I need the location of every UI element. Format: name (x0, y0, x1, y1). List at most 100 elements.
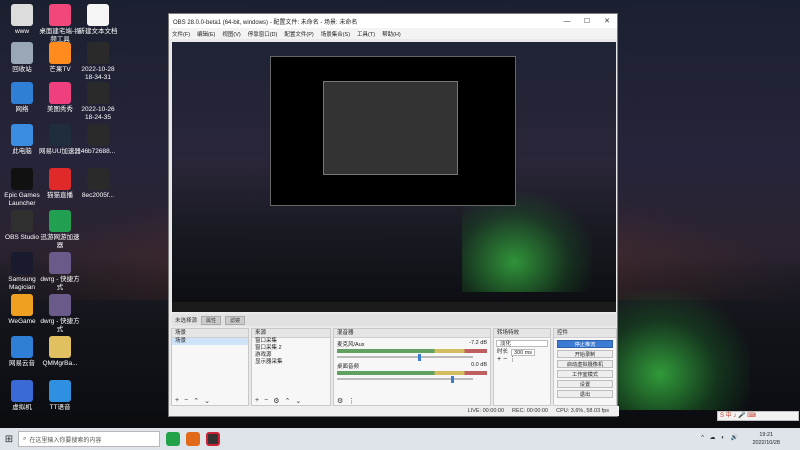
remove-icon[interactable]: − (503, 356, 507, 363)
menu-profile[interactable]: 配置文件(P) (284, 30, 313, 38)
desktop-app-icon (11, 380, 33, 402)
sources-dock-title: 来源 (252, 329, 330, 338)
add-icon[interactable]: + (175, 397, 179, 404)
desktop-app-icon (49, 42, 71, 64)
transition-actions: + − ⋮ (494, 356, 550, 363)
desktop-icon-label: 新建文本文档 (78, 28, 118, 35)
taskbar-search-box[interactable]: ⌕ 在这里输入你要搜索的内容 (18, 431, 160, 447)
windows-start-icon[interactable]: ⊞ (0, 428, 18, 450)
desktop-app-icon (11, 252, 33, 274)
obs-taskbar-icon[interactable] (206, 432, 220, 446)
scene-item[interactable]: 场景 (172, 338, 248, 345)
mixer-track-db: 0.0 dB (471, 362, 487, 368)
transition-select[interactable]: 淡化 (496, 340, 548, 347)
chevron-down-icon[interactable]: ⌄ (295, 397, 301, 405)
filters-button[interactable]: 滤镜 (225, 315, 246, 325)
desktop-icon[interactable]: 新建文本文档 (76, 4, 120, 36)
desktop-icon-label: 迅游网游加速器 (40, 234, 80, 249)
desktop-app-icon (11, 4, 33, 26)
controls-dock-title: 控件 (554, 329, 616, 338)
desktop-app-icon (11, 210, 33, 232)
desktop-icon[interactable]: TT语音 (38, 380, 82, 412)
stop-streaming-button[interactable]: 停止推流 (557, 340, 613, 348)
desktop-icon[interactable]: 迅游网游加速器 (38, 210, 82, 250)
menu-scene-collection[interactable]: 场景集合(S) (321, 30, 350, 38)
volume-slider[interactable] (337, 354, 487, 361)
desktop-icon-label: 46b72688... (80, 148, 116, 155)
desktop-aurora-glow (600, 290, 750, 410)
chevron-up-icon[interactable]: ⌃ (193, 397, 199, 405)
desktop-icon[interactable]: 2022-10-26 18-24-35 (76, 82, 120, 122)
desktop-icon-label: 8ec2005f... (81, 192, 115, 199)
add-icon[interactable]: + (255, 397, 259, 404)
menu-docks[interactable]: 停靠窗口(D) (248, 30, 278, 38)
windows-taskbar: ⊞ ⌕ 在这里输入你要搜索的内容 ^ ☁ ◐ 🔊 19:21 2022/10/2… (0, 428, 800, 450)
no-source-selected-label: 未选择源 (175, 318, 198, 324)
controls-dock: 控件 停止推流 开始录制 启动虚拟摄像机 工作室模式 设置 退出 (553, 328, 617, 406)
menu-view[interactable]: 视图(V) (222, 30, 240, 38)
start-virtual-camera-button[interactable]: 启动虚拟摄像机 (557, 360, 613, 368)
sources-dock: 来源 窗口采集 窗口采集 2 游戏源 显示器采集 + − ⚙ ⌃ ⌄ (251, 328, 331, 406)
volume-slider-knob[interactable] (451, 376, 454, 383)
taskbar-clock[interactable]: 19:21 2022/10/28 (752, 431, 780, 447)
desktop-icon[interactable]: dwrg - 快捷方式 (38, 294, 82, 334)
close-icon[interactable]: ✕ (597, 17, 617, 25)
remove-icon[interactable]: − (264, 397, 268, 404)
obs-titlebar[interactable]: OBS 28.0.0-beta1 (64-bit, windows) - 配置文… (169, 14, 617, 28)
exit-button[interactable]: 退出 (557, 390, 613, 398)
desktop-icon[interactable]: 2022-10-28 18-34-31 (76, 42, 120, 82)
app-taskbar-icon[interactable] (186, 432, 200, 446)
desktop-app-icon (49, 82, 71, 104)
minimize-icon[interactable]: — (557, 18, 577, 25)
obs-preview[interactable] (172, 42, 616, 312)
volume-slider[interactable] (337, 376, 487, 383)
search-placeholder: 在这里输入你要搜索的内容 (29, 437, 102, 444)
menu-file[interactable]: 文件(F) (172, 30, 190, 38)
search-icon: ⌕ (23, 435, 27, 442)
mixer-track-db: -7.2 dB (469, 340, 487, 346)
scenes-dock-title: 场景 (172, 329, 248, 338)
duration-input[interactable]: 300 ms (511, 349, 536, 356)
desktop-app-icon (49, 210, 71, 232)
studio-mode-button[interactable]: 工作室模式 (557, 370, 613, 378)
transitions-dock-title: 转场特效 (494, 329, 550, 338)
desktop-app-icon (11, 336, 33, 358)
source-item[interactable]: 游戏源 (252, 352, 330, 359)
start-recording-button[interactable]: 开始录制 (557, 350, 613, 358)
desktop-icon[interactable]: dwrg - 快捷方式 (38, 252, 82, 292)
desktop-icon[interactable]: 8ec2005f... (76, 168, 120, 200)
desktop-icon[interactable]: QMMgrBa... (38, 336, 82, 368)
maximize-icon[interactable]: ☐ (577, 17, 597, 25)
desktop-app-icon (11, 42, 33, 64)
preview-aurora (462, 192, 592, 292)
menu-edit[interactable]: 编辑(E) (197, 30, 215, 38)
more-icon[interactable]: ⋮ (509, 356, 516, 363)
volume-meter (337, 349, 487, 353)
settings-button[interactable]: 设置 (557, 380, 613, 388)
wechat-taskbar-icon[interactable] (166, 432, 180, 446)
gear-icon[interactable]: ⚙ (337, 397, 343, 405)
system-tray[interactable]: ^ ☁ ◐ 🔊 (701, 434, 740, 441)
chevron-up-icon[interactable]: ⌃ (284, 397, 290, 405)
mixer-track-desktop: 桌面音频 0.0 dB (337, 362, 487, 383)
source-item[interactable]: 显示器采集 (252, 359, 330, 366)
remove-icon[interactable]: − (184, 397, 188, 404)
menu-tools[interactable]: 工具(T) (357, 30, 375, 38)
ime-toolbar[interactable]: S 中 ♪ 🎤 ⌨ (717, 411, 799, 421)
scenes-dock-footer: + − ⌃ ⌄ (172, 396, 248, 405)
desktop-icon[interactable]: 46b72688... (76, 124, 120, 156)
desktop-icon-label: QMMgrBa... (42, 360, 78, 367)
desktop-icon-label: TT语音 (49, 404, 71, 411)
gear-icon[interactable]: ⚙ (273, 397, 279, 405)
obs-menubar: 文件(F) 编辑(E) 视图(V) 停靠窗口(D) 配置文件(P) 场景集合(S… (169, 28, 617, 39)
desktop-app-icon (49, 4, 71, 26)
add-icon[interactable]: + (497, 356, 501, 363)
source-item[interactable]: 窗口采集 2 (252, 345, 330, 352)
properties-button[interactable]: 属性 (201, 315, 222, 325)
desktop-app-icon (11, 124, 33, 146)
chevron-down-icon[interactable]: ⌄ (204, 397, 210, 405)
volume-slider-knob[interactable] (418, 354, 421, 361)
source-item[interactable]: 窗口采集 (252, 338, 330, 345)
menu-help[interactable]: 帮助(H) (382, 30, 401, 38)
more-icon[interactable]: ⋮ (348, 397, 355, 405)
